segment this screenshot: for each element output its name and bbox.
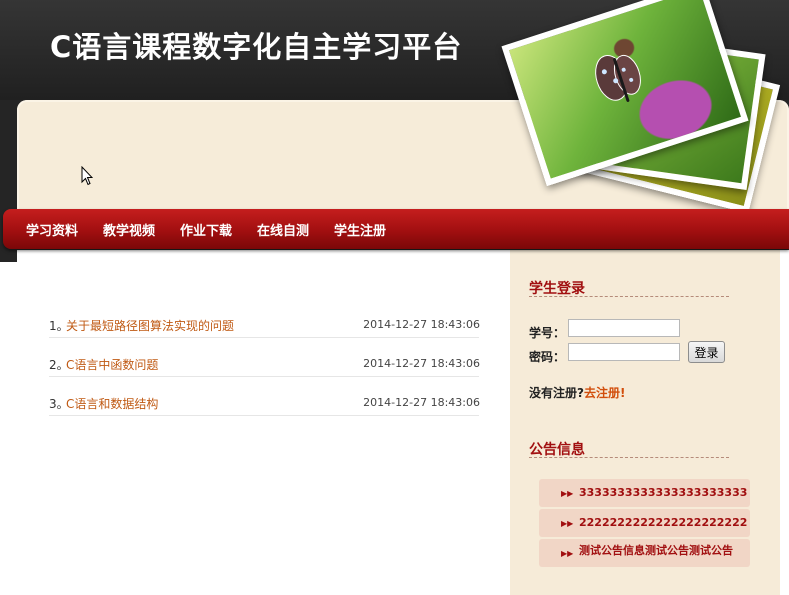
notice-text: 测试公告信息测试公告测试公告 bbox=[579, 544, 733, 557]
double-arrow-icon: ▶▶ bbox=[561, 519, 574, 528]
register-link[interactable]: 去注册! bbox=[584, 386, 625, 400]
page-right-edge bbox=[780, 250, 789, 595]
nav-item-teaching-videos[interactable]: 教学视频 bbox=[103, 220, 155, 239]
notice-text: 333333333333333333333333333 bbox=[579, 486, 748, 499]
sidebar: 学生登录 学号： 密码： 登录 没有注册?去注册! 公告信息 ▶▶ 333333… bbox=[510, 250, 780, 595]
notice-item[interactable]: ▶▶ 222222222222222222222222222 bbox=[539, 509, 750, 537]
double-arrow-icon: ▶▶ bbox=[561, 549, 574, 558]
nav-item-student-register[interactable]: 学生注册 bbox=[334, 220, 386, 239]
double-arrow-icon: ▶▶ bbox=[561, 489, 574, 498]
login-divider bbox=[529, 296, 729, 297]
nav-item-homework-download[interactable]: 作业下载 bbox=[180, 220, 232, 239]
site-title: C语言课程数字化自主学习平台 bbox=[50, 30, 463, 64]
notice-item[interactable]: ▶▶ 333333333333333333333333333 bbox=[539, 479, 750, 507]
notice-divider bbox=[529, 457, 729, 458]
news-row: 1。 关于最短路径图算法实现的问题 2014-12-27 18:43:06 bbox=[49, 317, 480, 338]
register-prompt: 没有注册?去注册! bbox=[529, 384, 625, 401]
news-link[interactable]: C语言中函数问题 bbox=[66, 356, 158, 373]
header-photo-stack bbox=[501, 0, 789, 214]
news-row: 2。 C语言中函数问题 2014-12-27 18:43:06 bbox=[49, 356, 480, 377]
news-date: 2014-12-27 18:43:06 bbox=[363, 318, 480, 331]
student-id-input[interactable] bbox=[568, 319, 680, 337]
nav-item-online-test[interactable]: 在线自测 bbox=[257, 220, 309, 239]
nav-item-study-materials[interactable]: 学习资料 bbox=[26, 220, 78, 239]
butterfly-icon bbox=[595, 54, 641, 102]
news-panel: 1。 关于最短路径图算法实现的问题 2014-12-27 18:43:06 2。… bbox=[17, 250, 510, 595]
notice-heading: 公告信息 bbox=[529, 442, 585, 458]
news-date: 2014-12-27 18:43:06 bbox=[363, 396, 480, 409]
password-input[interactable] bbox=[568, 343, 680, 361]
notice-text: 222222222222222222222222222 bbox=[579, 516, 748, 529]
register-prompt-text: 没有注册? bbox=[529, 386, 584, 400]
password-label: 密码： bbox=[529, 350, 566, 364]
notice-item[interactable]: ▶▶ 测试公告信息测试公告测试公告 bbox=[539, 539, 750, 567]
news-row: 3。 C语言和数据结构 2014-12-27 18:43:06 bbox=[49, 395, 480, 416]
login-heading: 学生登录 bbox=[529, 281, 585, 297]
news-link[interactable]: C语言和数据结构 bbox=[66, 395, 158, 412]
mouse-cursor-icon bbox=[81, 166, 93, 186]
login-button[interactable]: 登录 bbox=[688, 341, 725, 363]
main-nav: 学习资料 教学视频 作业下载 在线自测 学生注册 bbox=[3, 209, 789, 249]
news-link[interactable]: 关于最短路径图算法实现的问题 bbox=[66, 317, 234, 334]
news-date: 2014-12-27 18:43:06 bbox=[363, 357, 480, 370]
student-id-label: 学号： bbox=[529, 326, 566, 340]
